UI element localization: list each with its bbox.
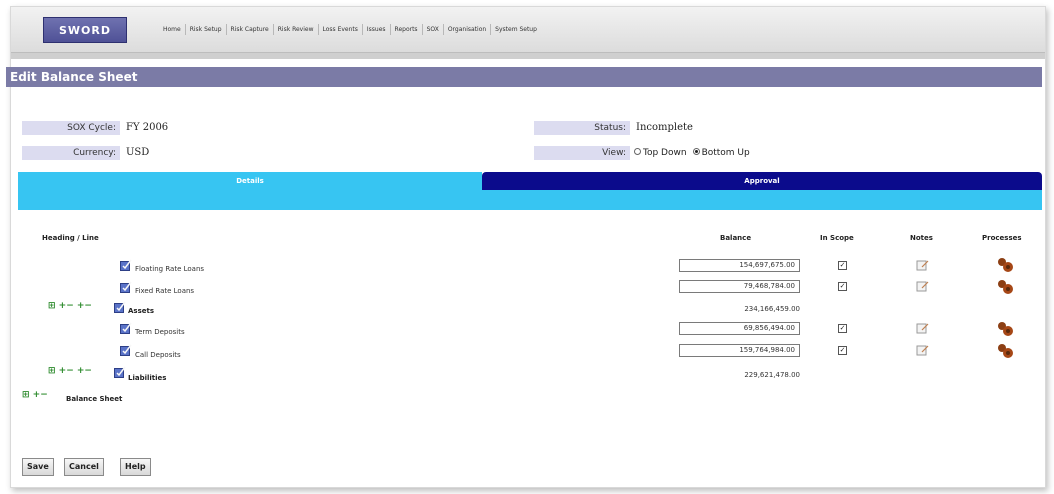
nav-reports[interactable]: Reports bbox=[391, 23, 423, 35]
tab-bar: Details Approval bbox=[18, 172, 1042, 210]
nav-risk-setup[interactable]: Risk Setup bbox=[186, 23, 227, 35]
view-label: View: bbox=[534, 146, 630, 160]
tab-approval[interactable]: Approval bbox=[482, 172, 1042, 190]
col-notes: Notes bbox=[910, 234, 933, 242]
processes-icon[interactable] bbox=[996, 278, 1014, 296]
header-divider bbox=[11, 53, 1045, 59]
col-in-scope: In Scope bbox=[820, 234, 854, 242]
help-button[interactable]: Help bbox=[120, 458, 151, 476]
nav-sox[interactable]: SOX bbox=[423, 23, 444, 35]
view-top-down-option[interactable]: Top Down bbox=[634, 146, 687, 160]
balance-input-floating[interactable]: 154,697,675.00 bbox=[679, 259, 800, 272]
nav-organisation[interactable]: Organisation bbox=[444, 23, 492, 35]
in-scope-checkbox-call[interactable]: ✓ bbox=[838, 346, 847, 355]
edit-line-icon[interactable] bbox=[114, 301, 126, 313]
col-balance: Balance bbox=[720, 234, 752, 242]
edit-line-icon[interactable] bbox=[120, 322, 132, 334]
processes-icon[interactable] bbox=[996, 342, 1014, 360]
edit-line-icon[interactable] bbox=[114, 366, 126, 378]
sword-logo[interactable]: SWORD bbox=[43, 17, 127, 43]
notes-icon[interactable] bbox=[916, 344, 930, 356]
edit-line-icon[interactable] bbox=[120, 281, 132, 293]
tree-controls-liabilities[interactable]: ⊞ +− +− bbox=[48, 366, 92, 376]
line-term-deposits: Term Deposits bbox=[135, 328, 185, 336]
balance-input-fixed[interactable]: 79,468,784.00 bbox=[679, 280, 800, 293]
radio-top-down[interactable] bbox=[634, 148, 641, 155]
nav-home[interactable]: Home bbox=[159, 23, 186, 35]
view-options: Top Down Bottom Up bbox=[634, 146, 750, 160]
heading-assets: Assets bbox=[128, 307, 155, 315]
total-assets: 234,166,459.00 bbox=[744, 305, 800, 313]
col-processes: Processes bbox=[982, 234, 1022, 242]
in-scope-checkbox-fixed[interactable]: ✓ bbox=[838, 282, 847, 291]
view-top-down-label: Top Down bbox=[643, 148, 687, 158]
view-bottom-up-option[interactable]: Bottom Up bbox=[692, 146, 750, 160]
top-header: SWORD Home Risk Setup Risk Capture Risk … bbox=[11, 7, 1045, 53]
cancel-button[interactable]: Cancel bbox=[64, 458, 104, 476]
total-liabilities: 229,621,478.00 bbox=[744, 371, 800, 379]
line-fixed-rate-loans: Fixed Rate Loans bbox=[135, 287, 195, 295]
notes-icon[interactable] bbox=[916, 322, 930, 334]
line-call-deposits: Call Deposits bbox=[135, 351, 181, 359]
currency-label: Currency: bbox=[22, 146, 120, 160]
balance-input-term[interactable]: 69,856,494.00 bbox=[679, 322, 800, 335]
nav-risk-capture[interactable]: Risk Capture bbox=[227, 23, 274, 35]
sox-cycle-label: SOX Cycle: bbox=[22, 121, 120, 135]
in-scope-checkbox-term[interactable]: ✓ bbox=[838, 324, 847, 333]
balance-input-call[interactable]: 159,764,984.00 bbox=[679, 344, 800, 357]
tab-content-strip bbox=[18, 190, 1042, 210]
notes-icon[interactable] bbox=[916, 259, 930, 271]
in-scope-checkbox-floating[interactable]: ✓ bbox=[838, 261, 847, 270]
currency-value: USD bbox=[126, 147, 150, 158]
heading-liabilities: Liabilities bbox=[128, 374, 167, 382]
processes-icon[interactable] bbox=[996, 256, 1014, 274]
col-heading-line: Heading / Line bbox=[42, 234, 99, 242]
heading-balance-sheet: Balance Sheet bbox=[66, 395, 123, 403]
radio-bottom-up[interactable] bbox=[692, 148, 700, 155]
page-title: Edit Balance Sheet bbox=[6, 67, 1042, 87]
nav-risk-review[interactable]: Risk Review bbox=[274, 23, 319, 35]
nav-system-setup[interactable]: System Setup bbox=[491, 24, 541, 35]
tree-controls-assets[interactable]: ⊞ +− +− bbox=[48, 301, 92, 311]
tree-controls-balance-sheet[interactable]: ⊞ +− bbox=[22, 390, 48, 400]
nav-loss-events[interactable]: Loss Events bbox=[319, 23, 363, 35]
status-label: Status: bbox=[534, 121, 630, 135]
notes-icon[interactable] bbox=[916, 280, 930, 292]
nav-issues[interactable]: Issues bbox=[363, 23, 391, 35]
edit-line-icon[interactable] bbox=[120, 344, 132, 356]
edit-line-icon[interactable] bbox=[120, 259, 132, 271]
status-value: Incomplete bbox=[636, 122, 693, 133]
save-button[interactable]: Save bbox=[22, 458, 54, 476]
processes-icon[interactable] bbox=[996, 320, 1014, 338]
main-nav: Home Risk Setup Risk Capture Risk Review… bbox=[159, 20, 541, 38]
view-bottom-up-label: Bottom Up bbox=[701, 148, 750, 158]
line-floating-rate-loans: Floating Rate Loans bbox=[135, 265, 205, 273]
tab-details[interactable]: Details bbox=[18, 172, 482, 190]
sox-cycle-value: FY 2006 bbox=[126, 122, 169, 133]
